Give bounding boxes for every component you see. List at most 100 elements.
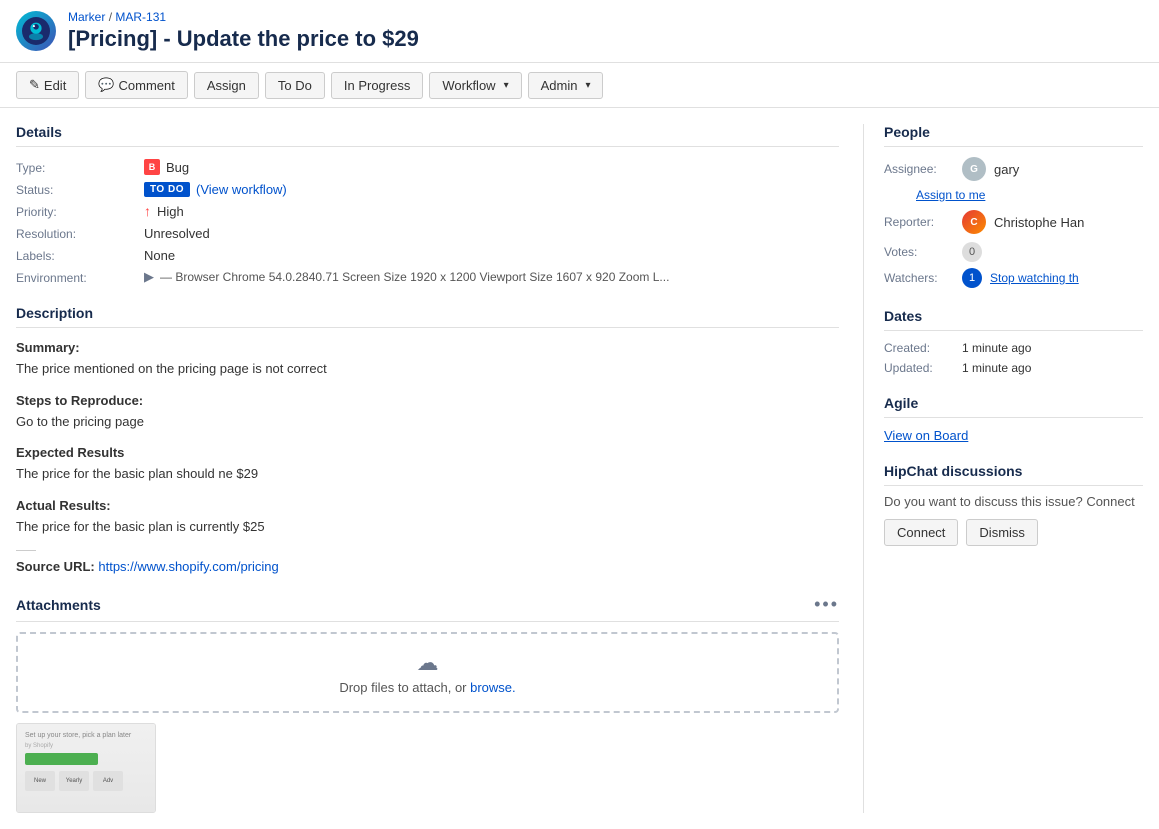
connect-button[interactable]: Connect [884, 519, 958, 546]
priority-value: ↑ High [144, 203, 839, 219]
watchers-row: Watchers: 1 Stop watching th [884, 268, 1143, 288]
actual-heading: Actual Results: [16, 498, 839, 513]
watchers-badge: 1 [962, 268, 982, 288]
stop-watching-link[interactable]: Stop watching th [990, 271, 1079, 285]
edit-button[interactable]: ✎ Edit [16, 71, 79, 99]
summary-heading: Summary: [16, 340, 839, 355]
resolution-label: Resolution: [16, 225, 136, 241]
attachments-title: Attachments [16, 597, 101, 613]
details-title: Details [16, 124, 839, 147]
bug-icon: B [144, 159, 160, 175]
actual-text: The price for the basic plan is currentl… [16, 517, 839, 537]
created-row: Created: 1 minute ago [884, 341, 1143, 355]
assign-to-me-link[interactable]: Assign to me [916, 188, 985, 202]
view-workflow-link[interactable]: (View workflow) [196, 182, 287, 197]
source-url-row: Source URL: https://www.shopify.com/pric… [16, 559, 839, 574]
dates-section: Dates Created: 1 minute ago Updated: 1 m… [884, 308, 1143, 375]
assignee-name: gary [994, 162, 1019, 177]
expected-text: The price for the basic plan should ne $… [16, 464, 839, 484]
agile-section: Agile View on Board [884, 395, 1143, 443]
steps-text: Go to the pricing page [16, 412, 839, 432]
description-section: Description Summary: The price mentioned… [16, 305, 839, 574]
breadcrumb: Marker / MAR-131 [68, 10, 419, 24]
reporter-label: Reporter: [884, 215, 954, 229]
details-section: Details Type: B Bug Status: TO DO (View … [16, 124, 839, 285]
description-title: Description [16, 305, 839, 328]
type-value: B Bug [144, 159, 839, 175]
priority-label: Priority: [16, 203, 136, 219]
environment-value: ▶ — Browser Chrome 54.0.2840.71 Screen S… [144, 269, 839, 285]
drop-zone[interactable]: ☁ Drop files to attach, or browse. [16, 632, 839, 713]
status-label: Status: [16, 181, 136, 197]
dates-title: Dates [884, 308, 1143, 331]
details-grid: Type: B Bug Status: TO DO (View workflow… [16, 159, 839, 285]
assignee-row: Assignee: G gary [884, 157, 1143, 181]
toolbar: ✎ Edit 💬 Comment Assign To Do In Progres… [0, 63, 1159, 108]
assign-me-row: Assign to me [884, 187, 1143, 202]
view-on-board-link[interactable]: View on Board [884, 428, 968, 443]
browse-link[interactable]: browse. [470, 680, 516, 695]
content-area: Details Type: B Bug Status: TO DO (View … [16, 124, 863, 813]
divider [16, 550, 36, 551]
top-bar: Marker / MAR-131 [Pricing] - Update the … [0, 0, 1159, 63]
expected-block: Expected Results The price for the basic… [16, 445, 839, 484]
votes-badge: 0 [962, 242, 982, 262]
environment-expand-icon[interactable]: ▶ [144, 269, 154, 285]
sidebar-area: People Assignee: G gary Assign to me Rep… [863, 124, 1143, 813]
status-value: TO DO (View workflow) [144, 181, 839, 197]
updated-row: Updated: 1 minute ago [884, 361, 1143, 375]
more-options-button[interactable]: ••• [814, 594, 839, 615]
summary-text: The price mentioned on the pricing page … [16, 359, 839, 379]
steps-block: Steps to Reproduce: Go to the pricing pa… [16, 393, 839, 432]
watchers-label: Watchers: [884, 271, 954, 285]
resolution-value: Unresolved [144, 225, 839, 241]
votes-label: Votes: [884, 245, 954, 259]
main-layout: Details Type: B Bug Status: TO DO (View … [0, 108, 1159, 829]
source-url-link[interactable]: https://www.shopify.com/pricing [98, 559, 278, 574]
created-value: 1 minute ago [962, 341, 1031, 355]
environment-label: Environment: [16, 269, 136, 285]
assignee-label: Assignee: [884, 162, 954, 176]
hipchat-text: Do you want to discuss this issue? Conne… [884, 494, 1143, 509]
summary-block: Summary: The price mentioned on the pric… [16, 340, 839, 379]
status-badge: TO DO [144, 182, 190, 197]
attachments-section: Attachments ••• ☁ Drop files to attach, … [16, 594, 839, 813]
upload-icon: ☁ [34, 650, 821, 676]
hipchat-actions: Connect Dismiss [884, 519, 1143, 546]
agile-title: Agile [884, 395, 1143, 418]
comment-button[interactable]: 💬 Comment [85, 71, 188, 99]
todo-button[interactable]: To Do [265, 72, 325, 99]
comment-icon: 💬 [98, 77, 114, 93]
attachment-thumbnail[interactable]: Set up your store, pick a plan later by … [16, 723, 156, 813]
priority-up-icon: ↑ [144, 203, 151, 219]
assignee-avatar: G [962, 157, 986, 181]
type-label: Type: [16, 159, 136, 175]
assign-button[interactable]: Assign [194, 72, 259, 99]
expected-heading: Expected Results [16, 445, 839, 460]
actual-block: Actual Results: The price for the basic … [16, 498, 839, 537]
project-logo [16, 11, 56, 51]
steps-heading: Steps to Reproduce: [16, 393, 839, 408]
reporter-name: Christophe Han [994, 215, 1084, 230]
workflow-dropdown[interactable]: Workflow [429, 72, 521, 99]
dismiss-button[interactable]: Dismiss [966, 519, 1038, 546]
reporter-row: Reporter: C Christophe Han [884, 210, 1143, 234]
labels-label: Labels: [16, 247, 136, 263]
in-progress-button[interactable]: In Progress [331, 72, 423, 99]
drop-label: Drop files to attach, or [339, 680, 466, 695]
hipchat-title: HipChat discussions [884, 463, 1143, 486]
attachments-header: Attachments ••• [16, 594, 839, 622]
updated-label: Updated: [884, 361, 954, 375]
labels-value: None [144, 247, 839, 263]
breadcrumb-project[interactable]: Marker [68, 10, 105, 24]
breadcrumb-issue-id[interactable]: MAR-131 [115, 10, 166, 24]
admin-dropdown[interactable]: Admin [528, 72, 604, 99]
votes-row: Votes: 0 [884, 242, 1143, 262]
people-title: People [884, 124, 1143, 147]
hipchat-section: HipChat discussions Do you want to discu… [884, 463, 1143, 546]
source-label: Source URL: [16, 559, 95, 574]
reporter-avatar: C [962, 210, 986, 234]
title-area: Marker / MAR-131 [Pricing] - Update the … [68, 10, 419, 52]
people-section: People Assignee: G gary Assign to me Rep… [884, 124, 1143, 288]
updated-value: 1 minute ago [962, 361, 1031, 375]
